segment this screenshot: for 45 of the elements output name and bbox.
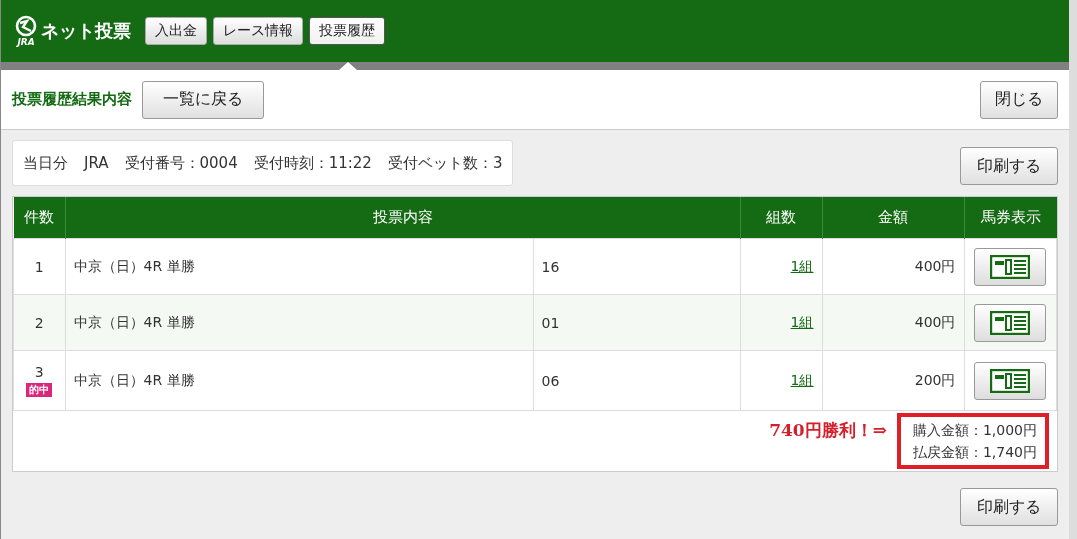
annotation-text: 740円勝利！⇒ bbox=[769, 418, 887, 442]
table-cell: 中京（日）4R 単勝 bbox=[65, 294, 533, 351]
info-text: JRA bbox=[84, 154, 109, 172]
combo-link[interactable]: 1組 bbox=[790, 371, 814, 388]
ticket-icon bbox=[990, 310, 1031, 335]
purchase-total: 購入金額：1,000円 bbox=[912, 421, 1037, 440]
column-header: 件数 bbox=[13, 197, 65, 239]
payout-total: 払戻金額：1,740円 bbox=[912, 443, 1037, 462]
combo-link[interactable]: 1組 bbox=[790, 313, 814, 330]
nav-tab[interactable]: レース情報 bbox=[213, 17, 303, 45]
table-cell: 200円 bbox=[822, 350, 964, 411]
ticket-icon bbox=[990, 368, 1031, 393]
row-number: 2 bbox=[33, 314, 45, 331]
table-cell: 中京（日）4R 単勝 bbox=[65, 238, 533, 295]
close-button[interactable]: 閉じる bbox=[980, 80, 1058, 119]
row-number: 3 bbox=[33, 364, 45, 380]
nav-tab[interactable]: 投票履歴 bbox=[309, 17, 385, 45]
ticket-button[interactable] bbox=[974, 303, 1047, 342]
table-cell: 400円 bbox=[822, 294, 964, 351]
info-text: 受付時刻：11:22 bbox=[253, 153, 372, 173]
info-text: 受付番号：0004 bbox=[124, 153, 238, 173]
column-header: 組数 bbox=[740, 197, 822, 239]
back-button[interactable]: 一覧に戻る bbox=[142, 80, 264, 119]
logo-text: ネット投票 bbox=[41, 19, 131, 43]
table-cell: 400円 bbox=[822, 238, 964, 295]
page-title: 投票履歴結果内容 bbox=[12, 90, 132, 109]
ticket-icon bbox=[990, 254, 1031, 279]
ticket-button[interactable] bbox=[974, 361, 1047, 400]
table-cell: 中京（日）4R 単勝 bbox=[65, 350, 533, 411]
print-button[interactable]: 印刷する bbox=[960, 488, 1058, 526]
logo-mark: JRA bbox=[17, 37, 35, 47]
column-header: 投票内容 bbox=[65, 197, 740, 239]
nav-tab[interactable]: 入出金 bbox=[145, 17, 207, 45]
table-cell: 01 bbox=[533, 294, 740, 351]
info-text: 受付ベット数：3 bbox=[387, 153, 503, 173]
ticket-button[interactable] bbox=[974, 247, 1047, 286]
combo-link[interactable]: 1組 bbox=[790, 257, 814, 274]
column-header: 金額 bbox=[822, 197, 964, 239]
info-text: 当日分 bbox=[23, 153, 68, 173]
column-header: 馬券表示 bbox=[964, 197, 1057, 239]
hit-badge: 的中 bbox=[26, 383, 53, 397]
row-number: 1 bbox=[33, 258, 45, 275]
table-cell: 16 bbox=[533, 238, 740, 295]
print-button[interactable]: 印刷する bbox=[960, 147, 1058, 185]
table-cell: 06 bbox=[533, 350, 740, 411]
